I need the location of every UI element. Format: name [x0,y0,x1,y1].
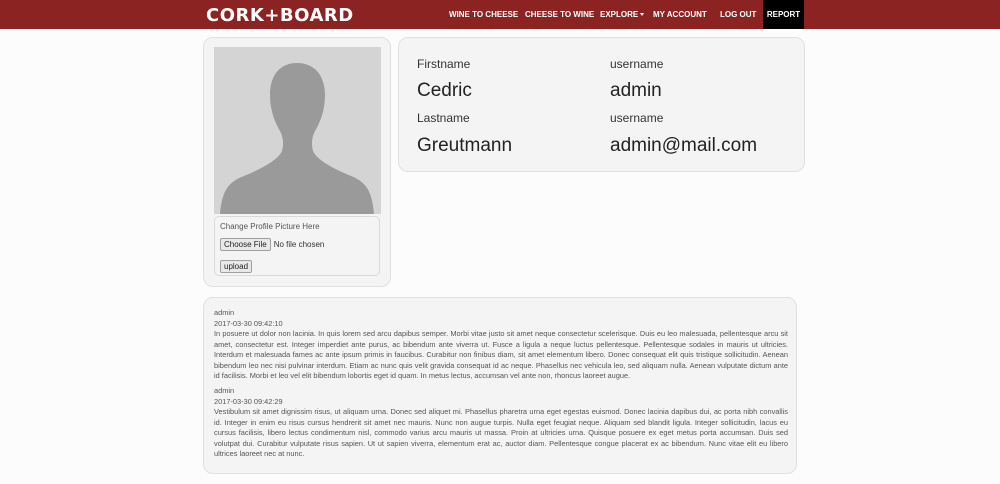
file-status: No file chosen [273,240,325,249]
lastname-label: Lastname [417,111,470,125]
email-value: admin@mail.com [610,135,758,156]
caret-down-icon [640,13,645,17]
post-timestamp: 2017-03-30 09:42:10 [214,318,283,328]
nav-wine-to-cheese[interactable]: WINE TO CHEESE [449,0,518,29]
firstname-label: Firstname [417,57,471,71]
file-picker-row: Choose File No file chosen [220,238,324,251]
nav-cheese-to-wine[interactable]: CHEESE TO WINE [525,0,594,29]
nav-links: WINE TO CHEESE CHEESE TO WINE EXPLORE MY… [0,0,1000,29]
username-label: username [610,57,664,71]
firstname-value: Cedric [417,80,472,101]
user-silhouette-icon [214,47,381,214]
nav-report[interactable]: REPORT [763,0,804,29]
username-value: admin [610,80,662,101]
post-body: In posuere ut dolor non lacinia. In quis… [214,329,788,380]
post-item: admin 2017-03-30 09:42:10 In posuere ut … [214,308,788,382]
upload-form: Change Profile Picture Here Choose File N… [214,216,380,276]
nav-explore-dropdown[interactable]: EXPLORE [600,0,645,29]
nav-my-account[interactable]: MY ACCOUNT [653,0,707,29]
avatar [214,47,381,214]
post-timestamp: 2017-03-30 09:42:29 [214,396,283,406]
choose-file-button[interactable]: Choose File [220,238,271,251]
top-navbar: CORK+BOARD WINE TO CHEESE CHEESE TO WINE… [0,0,1000,29]
posts-panel: admin 2017-03-30 09:42:10 In posuere ut … [203,297,797,474]
upload-button[interactable]: upload [220,260,253,273]
email-label: username [610,111,664,125]
upload-hint: Change Profile Picture Here [220,222,320,231]
post-author: admin [214,386,235,395]
nav-explore-label: EXPLORE [600,10,639,19]
nav-log-out[interactable]: LOG OUT [720,0,756,29]
post-body: Vestibulum sit amet dignissim risus, ut … [214,407,788,458]
profile-photo-panel: Change Profile Picture Here Choose File N… [203,37,391,287]
post-item: admin 2017-03-30 09:42:29 Vestibulum sit… [214,386,788,460]
lastname-value: Greutmann [417,135,513,156]
user-info-panel: Firstname username Cedric admin Lastname… [398,37,805,172]
post-author: admin [214,308,235,317]
